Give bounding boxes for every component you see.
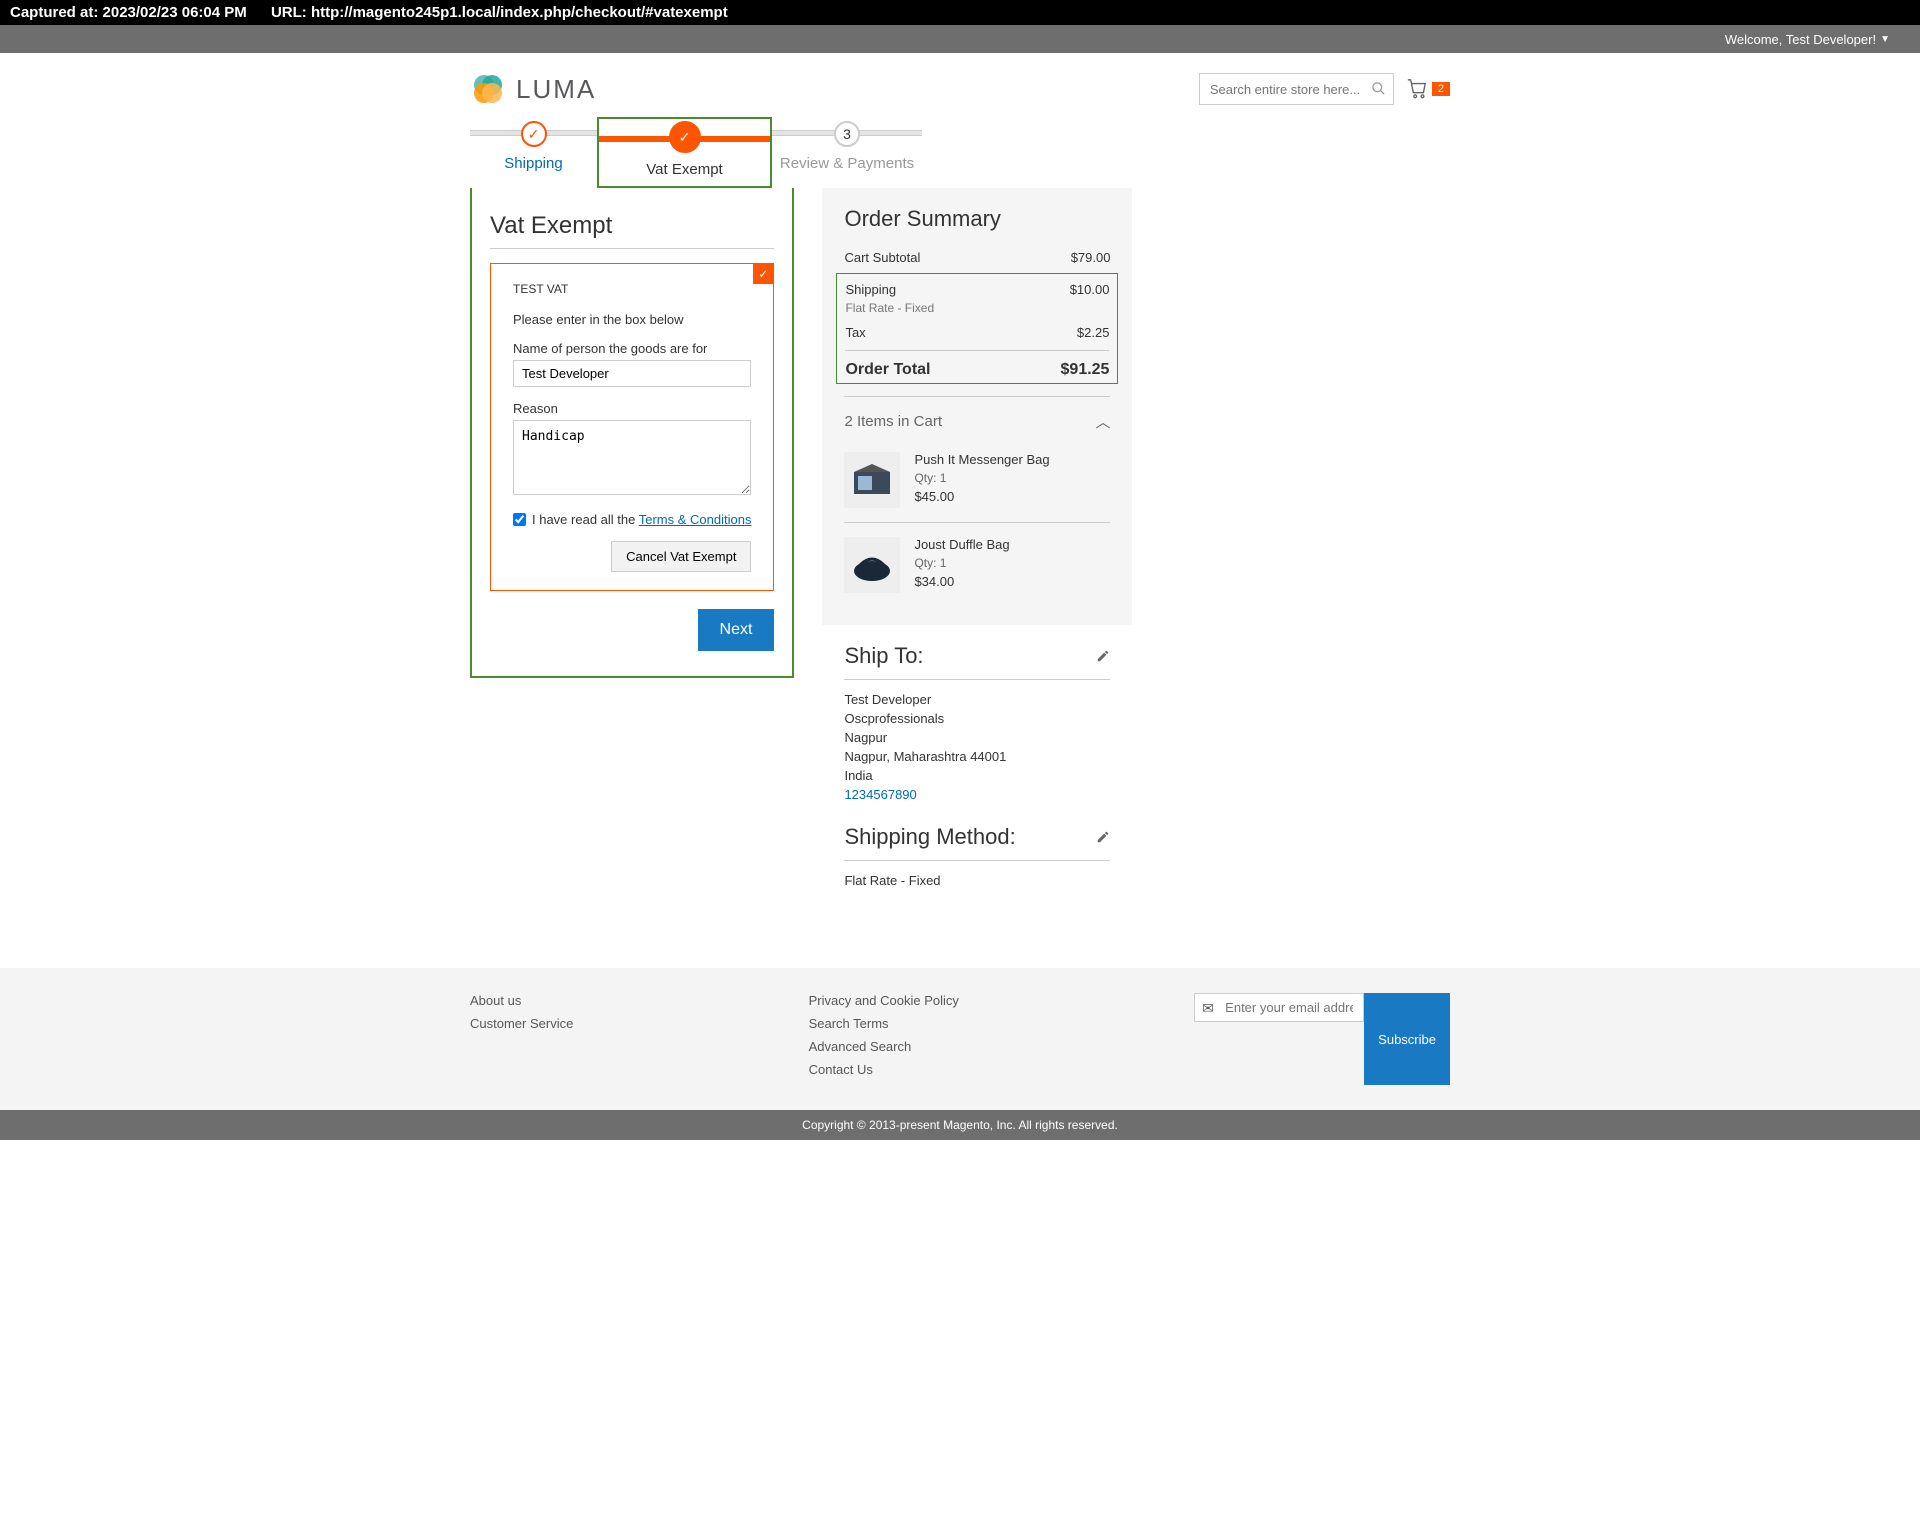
ship-method-section: Shipping Method: Flat Rate - Fixed [822, 806, 1132, 888]
footer-link[interactable]: Search Terms [809, 1016, 959, 1031]
item-qty: Qty: 1 [914, 556, 1009, 570]
logo[interactable]: LUMA [470, 71, 596, 107]
terms-text: I have read all the Terms & Conditions [532, 512, 751, 527]
tax-label: Tax [845, 325, 865, 340]
pencil-icon[interactable] [1096, 830, 1110, 844]
addr-line: India [844, 768, 1110, 783]
addr-line: Oscprofessionals [844, 711, 1110, 726]
logo-text: LUMA [516, 74, 596, 105]
product-thumbnail [844, 452, 900, 508]
ship-method-title: Shipping Method: [844, 824, 1015, 850]
footer-link[interactable]: Contact Us [809, 1062, 959, 1077]
subtotal-label: Cart Subtotal [844, 250, 920, 265]
addr-line: Test Developer [844, 692, 1110, 707]
vat-exempt-form: ✓ TEST VAT Please enter in the box below… [490, 263, 774, 591]
addr-phone[interactable]: 1234567890 [844, 787, 1110, 802]
summary-highlight: Shipping $10.00 Flat Rate - Fixed Tax $2… [836, 273, 1118, 384]
newsletter-form: ✉ Subscribe [1194, 993, 1450, 1085]
check-icon: ✓ [521, 121, 547, 147]
subtotal-value: $79.00 [1071, 250, 1111, 265]
item-price: $45.00 [914, 489, 1049, 504]
item-name: Joust Duffle Bag [914, 537, 1009, 552]
product-thumbnail [844, 537, 900, 593]
luma-logo-icon [470, 71, 506, 107]
step-vat-exempt[interactable]: ✓ Vat Exempt [599, 121, 770, 178]
capture-bar: Captured at: 2023/02/23 06:04 PM URL: ht… [0, 0, 1920, 25]
ship-method-value: Flat Rate - Fixed [844, 873, 1110, 888]
check-icon: ✓ [753, 264, 773, 284]
step-number: 3 [834, 121, 860, 147]
reason-textarea[interactable] [513, 420, 751, 495]
step-vat-exempt-highlight: ✓ Vat Exempt [597, 117, 772, 188]
main-content-highlight: Vat Exempt ✓ TEST VAT Please enter in th… [470, 188, 794, 678]
mail-icon: ✉ [1202, 1000, 1214, 1017]
item-price: $34.00 [914, 574, 1009, 589]
step-label: Review & Payments [772, 155, 922, 172]
name-label: Name of person the goods are for [513, 341, 751, 356]
name-input[interactable] [513, 360, 751, 387]
addr-line: Nagpur, Maharashtra 44001 [844, 749, 1110, 764]
cart-item: Push It Messenger Bag Qty: 1 $45.00 [844, 438, 1110, 523]
item-name: Push It Messenger Bag [914, 452, 1049, 467]
ship-to-title: Ship To: [844, 643, 923, 669]
chevron-up-icon: ︿ [1095, 411, 1110, 432]
page-header: LUMA 2 [470, 53, 1450, 117]
footer-link[interactable]: Privacy and Cookie Policy [809, 993, 959, 1008]
terms-checkbox[interactable] [513, 513, 526, 526]
top-welcome-bar: Welcome, Test Developer! ▼ [0, 25, 1920, 53]
reason-label: Reason [513, 401, 751, 416]
step-review-payments[interactable]: 3 Review & Payments [772, 117, 922, 172]
vat-heading: TEST VAT [513, 282, 751, 296]
cart-item: Joust Duffle Bag Qty: 1 $34.00 [844, 523, 1110, 607]
sidebar: Order Summary Cart Subtotal $79.00 Shipp… [822, 188, 1132, 888]
order-summary: Order Summary Cart Subtotal $79.00 Shipp… [822, 188, 1132, 625]
terms-link[interactable]: Terms & Conditions [639, 512, 752, 527]
newsletter-input[interactable] [1194, 993, 1364, 1022]
copyright: Copyright © 2013-present Magento, Inc. A… [0, 1110, 1920, 1140]
vat-instruction: Please enter in the box below [513, 312, 751, 327]
chevron-down-icon[interactable]: ▼ [1880, 34, 1890, 45]
capture-url: URL: http://magento245p1.local/index.php… [271, 4, 728, 21]
capture-timestamp: Captured at: 2023/02/23 06:04 PM [10, 4, 247, 21]
tax-value: $2.25 [1077, 325, 1110, 340]
footer-link[interactable]: Advanced Search [809, 1039, 959, 1054]
cancel-vat-exempt-button[interactable]: Cancel Vat Exempt [611, 541, 751, 572]
step-shipping[interactable]: ✓ Shipping [470, 117, 597, 172]
items-toggle[interactable]: 2 Items in Cart ︿ [844, 396, 1110, 438]
check-icon: ✓ [669, 121, 701, 153]
summary-title: Order Summary [844, 206, 1110, 232]
item-qty: Qty: 1 [914, 471, 1049, 485]
search-input[interactable] [1199, 73, 1394, 105]
subscribe-button[interactable]: Subscribe [1364, 993, 1450, 1085]
cart-count-badge: 2 [1432, 82, 1450, 96]
footer-link[interactable]: About us [470, 993, 573, 1008]
addr-line: Nagpur [844, 730, 1110, 745]
next-button[interactable]: Next [698, 609, 775, 651]
pencil-icon[interactable] [1096, 649, 1110, 663]
shipping-method: Flat Rate - Fixed [845, 301, 1109, 315]
cart-icon [1406, 78, 1428, 100]
total-value: $91.25 [1061, 361, 1110, 379]
footer: About us Customer Service Privacy and Co… [0, 968, 1920, 1110]
shipping-label: Shipping [845, 282, 896, 297]
footer-link[interactable]: Customer Service [470, 1016, 573, 1031]
welcome-text[interactable]: Welcome, Test Developer! [1725, 32, 1876, 47]
ship-to-section: Ship To: Test Developer Oscprofessionals… [822, 625, 1132, 802]
step-label: Vat Exempt [599, 161, 770, 178]
search-icon[interactable] [1371, 81, 1386, 96]
total-label: Order Total [845, 361, 930, 379]
shipping-value: $10.00 [1070, 282, 1110, 297]
step-label: Shipping [470, 155, 597, 172]
section-title: Vat Exempt [490, 200, 774, 249]
minicart[interactable]: 2 [1406, 78, 1450, 100]
